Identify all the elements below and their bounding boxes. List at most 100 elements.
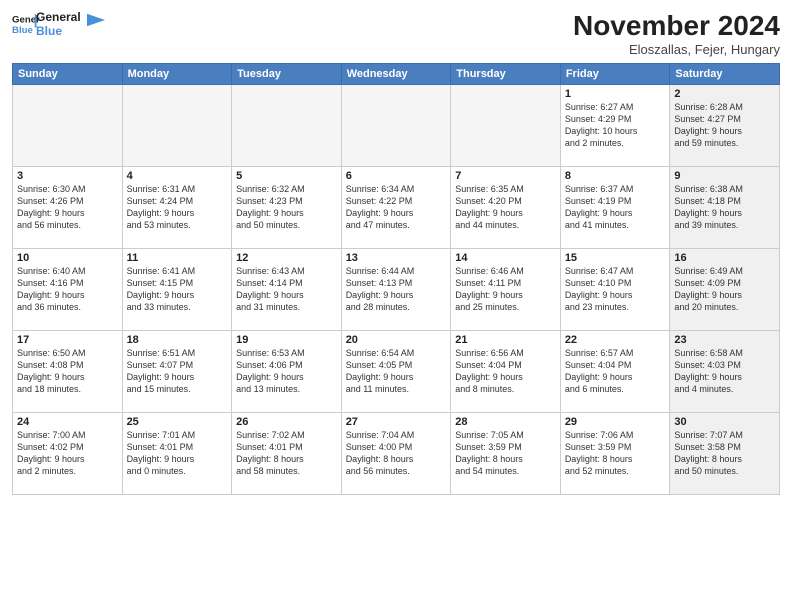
day-number: 10 <box>17 252 118 264</box>
day-info: Sunrise: 6:43 AM Sunset: 4:14 PM Dayligh… <box>236 265 337 314</box>
calendar-cell: 8Sunrise: 6:37 AM Sunset: 4:19 PM Daylig… <box>560 167 670 249</box>
day-number: 4 <box>127 170 228 182</box>
day-number: 3 <box>17 170 118 182</box>
day-number: 9 <box>674 170 775 182</box>
day-number: 25 <box>127 416 228 428</box>
day-info: Sunrise: 6:49 AM Sunset: 4:09 PM Dayligh… <box>674 265 775 314</box>
day-number: 18 <box>127 334 228 346</box>
day-info: Sunrise: 6:28 AM Sunset: 4:27 PM Dayligh… <box>674 101 775 150</box>
weekday-header-tuesday: Tuesday <box>232 64 342 85</box>
calendar-cell: 12Sunrise: 6:43 AM Sunset: 4:14 PM Dayli… <box>232 249 342 331</box>
calendar-cell <box>122 85 232 167</box>
day-info: Sunrise: 6:47 AM Sunset: 4:10 PM Dayligh… <box>565 265 666 314</box>
day-number: 13 <box>346 252 447 264</box>
header: General Blue General Blue November 2024 … <box>12 10 780 57</box>
calendar-cell: 22Sunrise: 6:57 AM Sunset: 4:04 PM Dayli… <box>560 331 670 413</box>
weekday-header-monday: Monday <box>122 64 232 85</box>
calendar-cell <box>13 85 123 167</box>
location-subtitle: Eloszallas, Fejer, Hungary <box>573 42 780 57</box>
calendar-cell: 28Sunrise: 7:05 AM Sunset: 3:59 PM Dayli… <box>451 413 561 495</box>
calendar-cell: 10Sunrise: 6:40 AM Sunset: 4:16 PM Dayli… <box>13 249 123 331</box>
calendar-cell <box>341 85 451 167</box>
calendar-cell: 1Sunrise: 6:27 AM Sunset: 4:29 PM Daylig… <box>560 85 670 167</box>
logo: General Blue General Blue <box>12 10 105 38</box>
weekday-header-saturday: Saturday <box>670 64 780 85</box>
day-number: 7 <box>455 170 556 182</box>
logo-text-blue: Blue <box>36 24 81 38</box>
calendar-cell: 30Sunrise: 7:07 AM Sunset: 3:58 PM Dayli… <box>670 413 780 495</box>
day-number: 11 <box>127 252 228 264</box>
day-number: 30 <box>674 416 775 428</box>
day-info: Sunrise: 6:31 AM Sunset: 4:24 PM Dayligh… <box>127 183 228 232</box>
weekday-header-sunday: Sunday <box>13 64 123 85</box>
title-block: November 2024 Eloszallas, Fejer, Hungary <box>573 10 780 57</box>
page-container: General Blue General Blue November 2024 … <box>0 0 792 503</box>
calendar-cell: 21Sunrise: 6:56 AM Sunset: 4:04 PM Dayli… <box>451 331 561 413</box>
day-info: Sunrise: 6:46 AM Sunset: 4:11 PM Dayligh… <box>455 265 556 314</box>
calendar-cell: 29Sunrise: 7:06 AM Sunset: 3:59 PM Dayli… <box>560 413 670 495</box>
calendar-cell: 5Sunrise: 6:32 AM Sunset: 4:23 PM Daylig… <box>232 167 342 249</box>
weekday-header-friday: Friday <box>560 64 670 85</box>
day-info: Sunrise: 6:37 AM Sunset: 4:19 PM Dayligh… <box>565 183 666 232</box>
calendar-cell: 17Sunrise: 6:50 AM Sunset: 4:08 PM Dayli… <box>13 331 123 413</box>
calendar-cell: 19Sunrise: 6:53 AM Sunset: 4:06 PM Dayli… <box>232 331 342 413</box>
day-info: Sunrise: 6:34 AM Sunset: 4:22 PM Dayligh… <box>346 183 447 232</box>
day-number: 24 <box>17 416 118 428</box>
calendar-cell: 25Sunrise: 7:01 AM Sunset: 4:01 PM Dayli… <box>122 413 232 495</box>
calendar-week-row: 1Sunrise: 6:27 AM Sunset: 4:29 PM Daylig… <box>13 85 780 167</box>
day-number: 8 <box>565 170 666 182</box>
day-info: Sunrise: 6:50 AM Sunset: 4:08 PM Dayligh… <box>17 347 118 396</box>
calendar-cell: 23Sunrise: 6:58 AM Sunset: 4:03 PM Dayli… <box>670 331 780 413</box>
day-number: 14 <box>455 252 556 264</box>
svg-text:Blue: Blue <box>12 25 33 36</box>
weekday-header-wednesday: Wednesday <box>341 64 451 85</box>
day-info: Sunrise: 7:02 AM Sunset: 4:01 PM Dayligh… <box>236 429 337 478</box>
day-number: 19 <box>236 334 337 346</box>
day-number: 22 <box>565 334 666 346</box>
day-info: Sunrise: 6:27 AM Sunset: 4:29 PM Dayligh… <box>565 101 666 150</box>
calendar-cell: 24Sunrise: 7:00 AM Sunset: 4:02 PM Dayli… <box>13 413 123 495</box>
calendar-cell: 4Sunrise: 6:31 AM Sunset: 4:24 PM Daylig… <box>122 167 232 249</box>
day-number: 5 <box>236 170 337 182</box>
calendar-cell: 16Sunrise: 6:49 AM Sunset: 4:09 PM Dayli… <box>670 249 780 331</box>
calendar-week-row: 10Sunrise: 6:40 AM Sunset: 4:16 PM Dayli… <box>13 249 780 331</box>
calendar-cell: 14Sunrise: 6:46 AM Sunset: 4:11 PM Dayli… <box>451 249 561 331</box>
calendar-week-row: 17Sunrise: 6:50 AM Sunset: 4:08 PM Dayli… <box>13 331 780 413</box>
day-info: Sunrise: 7:05 AM Sunset: 3:59 PM Dayligh… <box>455 429 556 478</box>
day-info: Sunrise: 6:57 AM Sunset: 4:04 PM Dayligh… <box>565 347 666 396</box>
day-info: Sunrise: 7:00 AM Sunset: 4:02 PM Dayligh… <box>17 429 118 478</box>
day-number: 12 <box>236 252 337 264</box>
calendar-cell: 26Sunrise: 7:02 AM Sunset: 4:01 PM Dayli… <box>232 413 342 495</box>
day-number: 1 <box>565 88 666 100</box>
day-number: 16 <box>674 252 775 264</box>
day-info: Sunrise: 6:56 AM Sunset: 4:04 PM Dayligh… <box>455 347 556 396</box>
calendar-cell: 3Sunrise: 6:30 AM Sunset: 4:26 PM Daylig… <box>13 167 123 249</box>
day-info: Sunrise: 7:07 AM Sunset: 3:58 PM Dayligh… <box>674 429 775 478</box>
calendar-cell: 18Sunrise: 6:51 AM Sunset: 4:07 PM Dayli… <box>122 331 232 413</box>
calendar-week-row: 24Sunrise: 7:00 AM Sunset: 4:02 PM Dayli… <box>13 413 780 495</box>
day-info: Sunrise: 6:53 AM Sunset: 4:06 PM Dayligh… <box>236 347 337 396</box>
calendar-cell <box>232 85 342 167</box>
day-info: Sunrise: 6:30 AM Sunset: 4:26 PM Dayligh… <box>17 183 118 232</box>
calendar-cell: 27Sunrise: 7:04 AM Sunset: 4:00 PM Dayli… <box>341 413 451 495</box>
day-number: 6 <box>346 170 447 182</box>
day-number: 29 <box>565 416 666 428</box>
weekday-header-row: SundayMondayTuesdayWednesdayThursdayFrid… <box>13 64 780 85</box>
day-info: Sunrise: 7:01 AM Sunset: 4:01 PM Dayligh… <box>127 429 228 478</box>
calendar-cell: 7Sunrise: 6:35 AM Sunset: 4:20 PM Daylig… <box>451 167 561 249</box>
calendar-cell: 20Sunrise: 6:54 AM Sunset: 4:05 PM Dayli… <box>341 331 451 413</box>
day-info: Sunrise: 6:38 AM Sunset: 4:18 PM Dayligh… <box>674 183 775 232</box>
day-number: 2 <box>674 88 775 100</box>
calendar-table: SundayMondayTuesdayWednesdayThursdayFrid… <box>12 63 780 495</box>
day-info: Sunrise: 6:35 AM Sunset: 4:20 PM Dayligh… <box>455 183 556 232</box>
logo-text-general: General <box>36 10 81 24</box>
day-info: Sunrise: 6:41 AM Sunset: 4:15 PM Dayligh… <box>127 265 228 314</box>
day-info: Sunrise: 6:58 AM Sunset: 4:03 PM Dayligh… <box>674 347 775 396</box>
calendar-cell: 13Sunrise: 6:44 AM Sunset: 4:13 PM Dayli… <box>341 249 451 331</box>
day-number: 15 <box>565 252 666 264</box>
calendar-cell: 11Sunrise: 6:41 AM Sunset: 4:15 PM Dayli… <box>122 249 232 331</box>
day-info: Sunrise: 6:44 AM Sunset: 4:13 PM Dayligh… <box>346 265 447 314</box>
day-info: Sunrise: 6:51 AM Sunset: 4:07 PM Dayligh… <box>127 347 228 396</box>
calendar-cell <box>451 85 561 167</box>
calendar-cell: 2Sunrise: 6:28 AM Sunset: 4:27 PM Daylig… <box>670 85 780 167</box>
